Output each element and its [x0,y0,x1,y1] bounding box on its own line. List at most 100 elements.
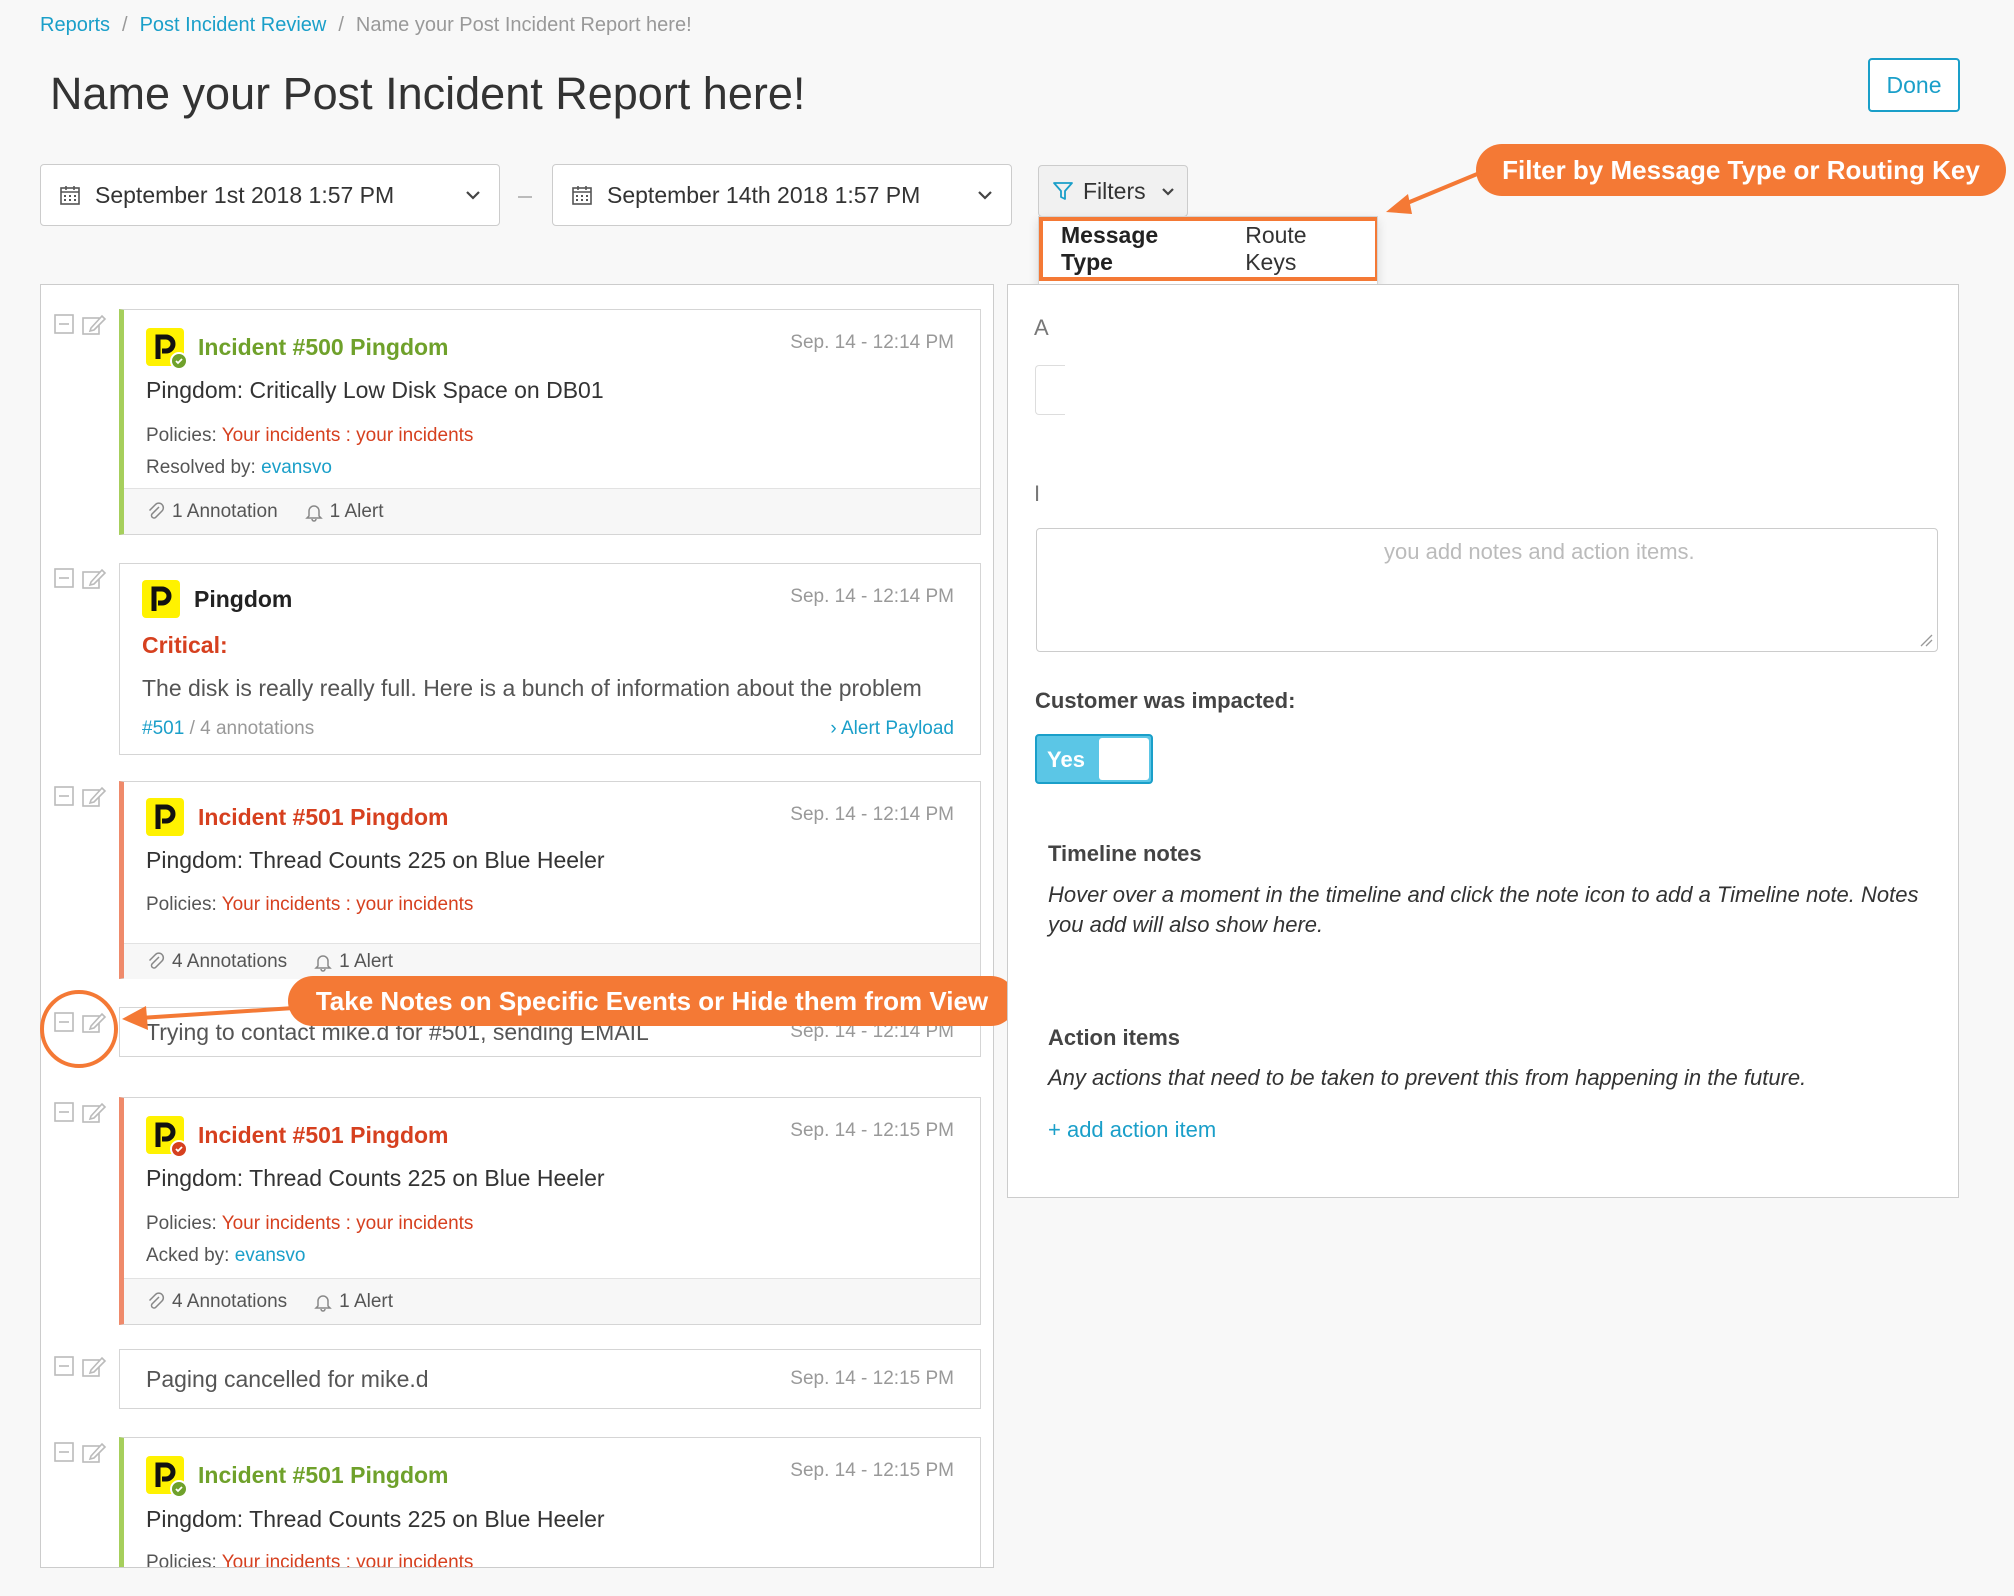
page-title[interactable]: Name your Post Incident Report here! [50,68,805,120]
edit-note-icon[interactable] [81,785,107,809]
edit-note-icon[interactable] [81,1355,107,1379]
edit-note-icon[interactable] [81,313,107,337]
annotations-label: / 4 annotations [189,718,315,739]
policies-link[interactable]: Your incidents : your incidents [222,425,474,446]
incident-title[interactable]: Incident #501 Pingdom [198,1462,449,1489]
start-date-picker[interactable]: September 1st 2018 1:57 PM [40,164,500,226]
collapse-icon[interactable] [53,785,75,807]
annotations-count[interactable]: 4 Annotations [146,951,287,973]
card-title-row: Incident #501 Pingdom [146,1116,449,1158]
breadcrumb-separator: / [122,14,128,36]
alert-source: Pingdom [194,585,293,612]
alerts-count[interactable]: 1 Alert [304,501,384,523]
incident-title[interactable]: Incident #501 Pingdom [198,804,449,831]
filter-tabs: Message Type Route Keys [1039,217,1377,281]
breadcrumb-post-incident-review[interactable]: Post Incident Review [140,14,327,36]
alerts-label: 1 Alert [329,500,384,522]
policies-label: Policies: [146,894,217,915]
timeline-card-incident-500[interactable]: Incident #500 Pingdom Sep. 14 - 12:14 PM… [119,309,981,535]
event-time: Sep. 14 - 12:15 PM [790,1120,954,1141]
callout-arrow-icon [1386,170,1483,214]
resize-handle-icon[interactable] [1919,633,1933,647]
annotations-count[interactable]: 1 Annotation [146,501,278,523]
incident-title[interactable]: Incident #501 Pingdom [198,1122,449,1149]
customer-impacted-label: Customer was impacted: [1035,688,1296,713]
end-date-value: September 14th 2018 1:57 PM [607,181,921,208]
event-text: Paging cancelled for mike.d [146,1365,429,1392]
notes-callout: Take Notes on Specific Events or Hide th… [288,976,1016,1026]
chevron-down-icon [1162,187,1174,196]
event-controls [53,785,107,809]
policies-line: Policies: Your incidents : your incident… [146,425,473,447]
alert-payload-link[interactable]: › Alert Payload [830,718,954,740]
timeline-card-incident-501-resolved[interactable]: Incident #501 Pingdom Sep. 14 - 12:15 PM… [119,1437,981,1568]
filters-button[interactable]: Filters [1038,165,1188,217]
bell-icon [314,954,332,972]
timeline-panel[interactable]: Incident #500 Pingdom Sep. 14 - 12:14 PM… [40,284,994,1568]
action-items-text: Any actions that need to be taken to pre… [1048,1065,1807,1090]
tab-route-keys[interactable]: Route Keys [1245,222,1357,276]
annotations-label: 4 Annotations [172,1290,288,1312]
card-title-row: Incident #501 Pingdom [146,798,449,836]
collapse-icon[interactable] [53,313,75,335]
timeline-card-paging-cancelled[interactable]: Paging cancelled for mike.d Sep. 14 - 12… [119,1349,981,1409]
collapse-icon[interactable] [53,1101,75,1123]
edit-note-icon[interactable] [81,1441,107,1465]
incident-summary: Pingdom: Thread Counts 225 on Blue Heele… [146,1165,605,1191]
filter-icon [1053,182,1073,200]
alert-payload-label: Alert Payload [840,718,954,739]
edit-note-icon[interactable] [81,1101,107,1125]
alerts-count[interactable]: 1 Alert [313,1291,393,1313]
alerts-count[interactable]: 1 Alert [313,951,393,973]
filters-label: Filters [1083,177,1146,204]
breadcrumb: Reports / Post Incident Review / Name your P… [40,14,692,37]
resolved-by-label: Resolved by: [146,457,256,478]
card-footer: 1 Annotation 1 Alert [124,488,980,534]
tab-message-type[interactable]: Message Type [1061,222,1207,276]
collapse-icon[interactable] [53,1441,75,1463]
pingdom-logo-icon [146,328,188,370]
resolved-by-user[interactable]: evansvo [261,457,332,478]
alerts-label: 1 Alert [339,1290,394,1312]
policies-label: Policies: [146,1552,217,1568]
event-time: Sep. 14 - 12:15 PM [790,1460,954,1481]
alert-message: The disk is really really full. Here is … [142,675,922,701]
end-date-picker[interactable]: September 14th 2018 1:57 PM [552,164,1012,226]
annotations-count[interactable]: 4 Annotations [146,1291,287,1313]
callout-arrow-icon [122,1006,295,1030]
done-button[interactable]: Done [1868,58,1960,112]
add-action-item-link[interactable]: + add action item [1048,1117,1216,1143]
customer-impacted-toggle[interactable]: Yes [1035,734,1153,784]
timeline-card-incident-501[interactable]: Incident #501 Pingdom Sep. 14 - 12:14 PM… [119,781,981,979]
event-time: Sep. 14 - 12:14 PM [790,804,954,825]
event-time: Sep. 14 - 12:14 PM [790,586,954,607]
edit-note-icon[interactable] [81,567,107,591]
card-title-row: Incident #500 Pingdom [146,328,449,370]
incident-summary: Pingdom: Thread Counts 225 on Blue Heele… [146,1506,605,1532]
policies-link[interactable]: Your incidents : your incidents [222,1552,474,1567]
acked-by-user[interactable]: evansvo [235,1245,306,1266]
breadcrumb-reports[interactable]: Reports [40,14,110,36]
collapse-icon[interactable] [53,567,75,589]
collapse-icon[interactable] [53,1355,75,1377]
event-controls [53,567,107,591]
paperclip-icon [148,501,165,519]
timeline-card-incident-501-acked[interactable]: Incident #501 Pingdom Sep. 14 - 12:15 PM… [119,1097,981,1325]
report-details-panel: A I you add notes and action items. Cust… [1007,284,1959,1198]
incident-title[interactable]: Incident #500 Pingdom [198,334,449,361]
breadcrumb-separator: / [338,14,344,36]
pingdom-logo-icon [146,1116,188,1158]
summary-textarea[interactable]: you add notes and action items. [1036,528,1938,652]
policies-link[interactable]: Your incidents : your incidents [222,1213,474,1234]
card-footer: 4 Annotations 1 Alert [124,1278,980,1324]
policies-line: Policies: Your incidents : your incident… [146,1213,473,1235]
incident-link[interactable]: #501 [142,718,184,739]
filter-callout: Filter by Message Type or Routing Key [1476,144,2006,196]
annotations-label: 4 Annotations [172,950,288,972]
acked-by-label: Acked by: [146,1245,230,1266]
policies-link[interactable]: Your incidents : your incidents [222,894,474,915]
pingdom-logo-icon [146,1456,188,1498]
obscured-input-fragment[interactable] [1035,365,1065,415]
chevron-down-icon [466,191,480,200]
timeline-card-pingdom-alert[interactable]: Pingdom Sep. 14 - 12:14 PM Critical: The… [119,563,981,755]
